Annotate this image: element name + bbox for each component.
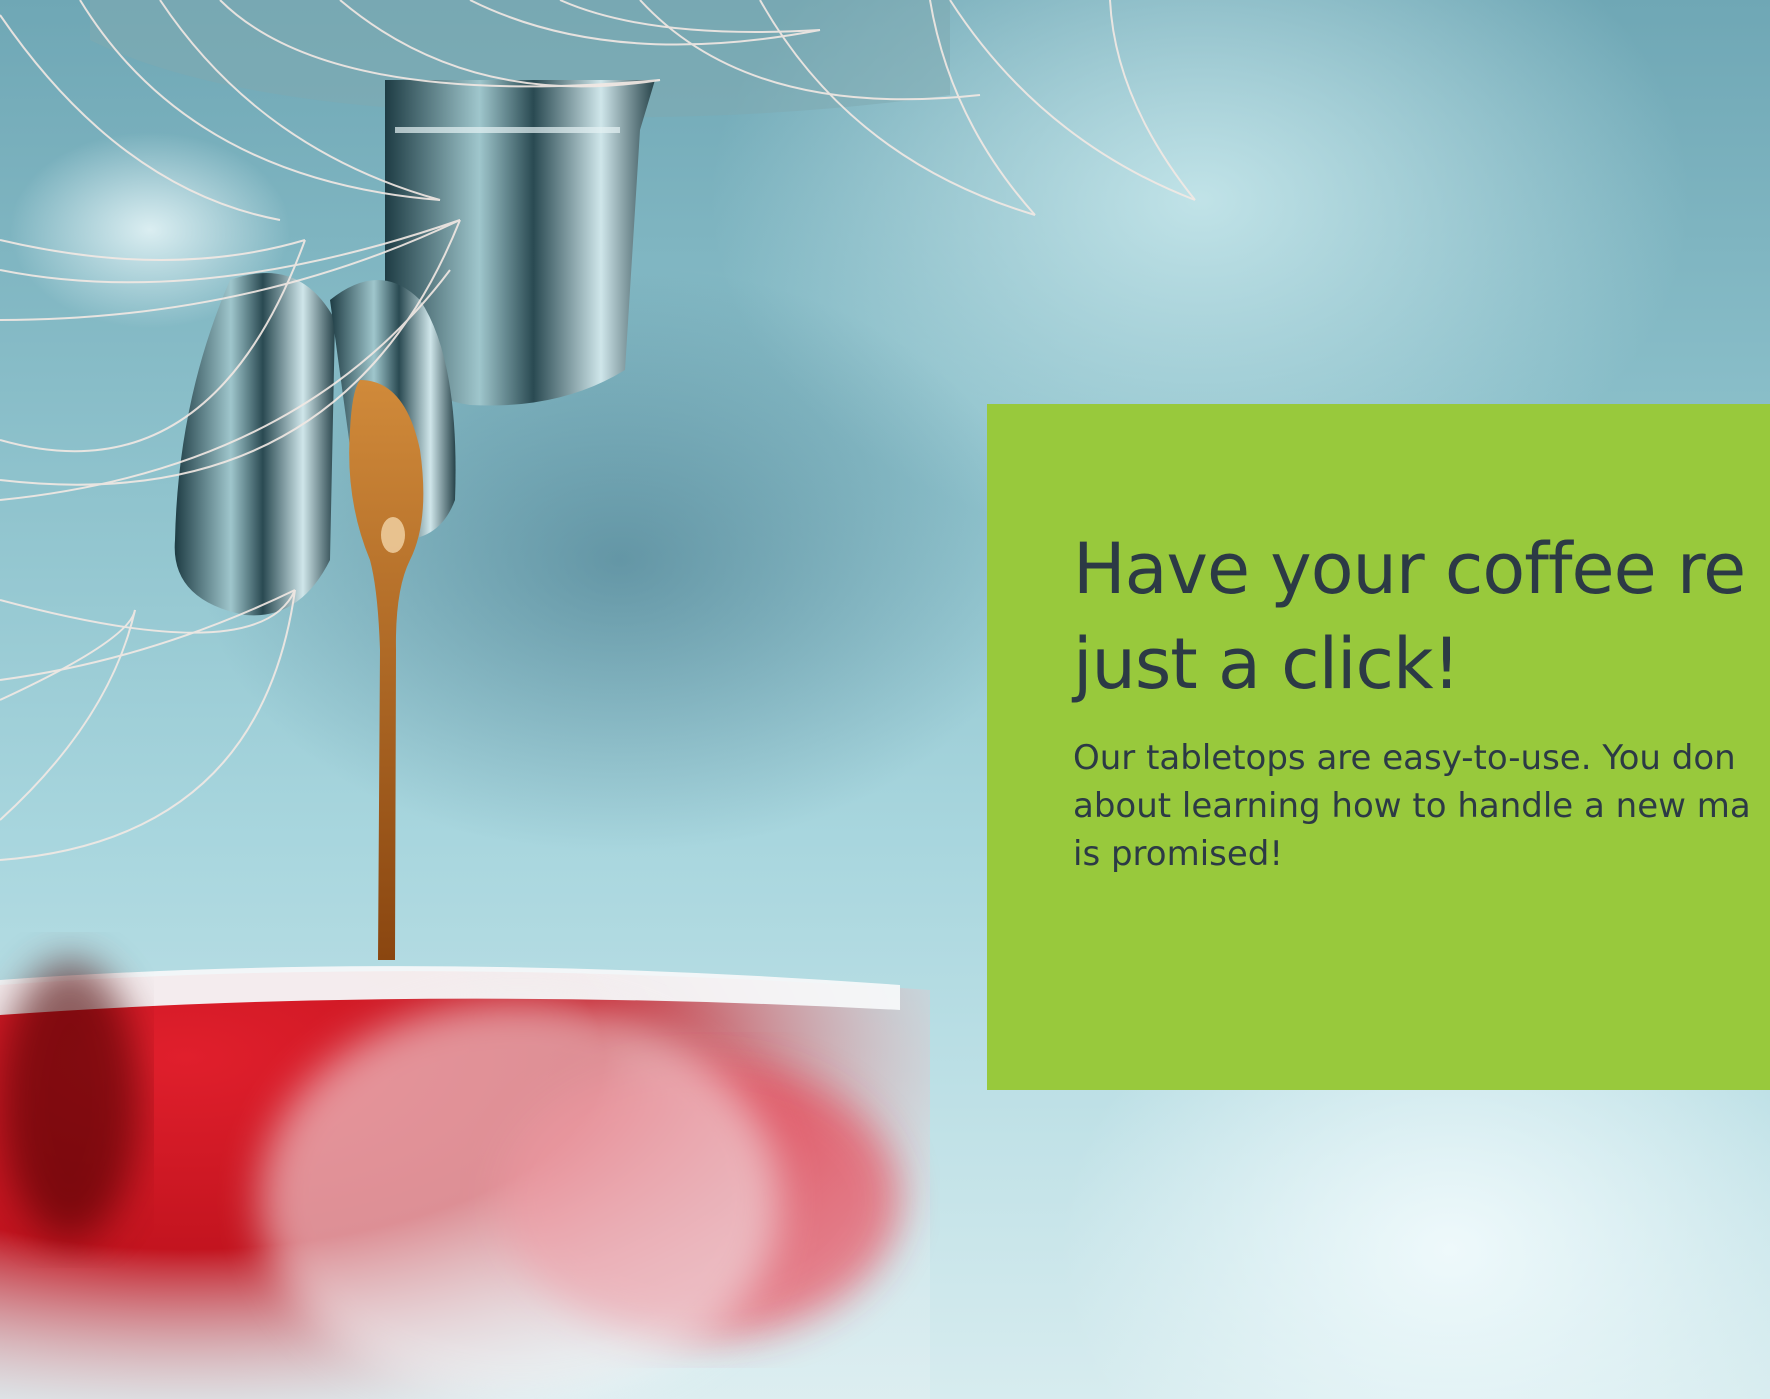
hero-section: Have your coffee re just a click! Our ta…	[0, 0, 1770, 1399]
hero-title: Have your coffee re just a click!	[1073, 522, 1770, 712]
hero-title-line: Have your coffee re	[1073, 528, 1746, 610]
hero-description: Our tabletops are easy-to-use. You don a…	[1073, 734, 1770, 878]
hero-description-line: is promised!	[1073, 834, 1283, 874]
hero-description-line: Our tabletops are easy-to-use. You don	[1073, 738, 1736, 778]
hero-description-line: about learning how to handle a new ma	[1073, 786, 1751, 826]
promo-card: Have your coffee re just a click! Our ta…	[987, 404, 1770, 1090]
coffee-stream	[349, 380, 424, 960]
spout-left	[174, 273, 335, 616]
hero-title-line: just a click!	[1073, 623, 1461, 705]
